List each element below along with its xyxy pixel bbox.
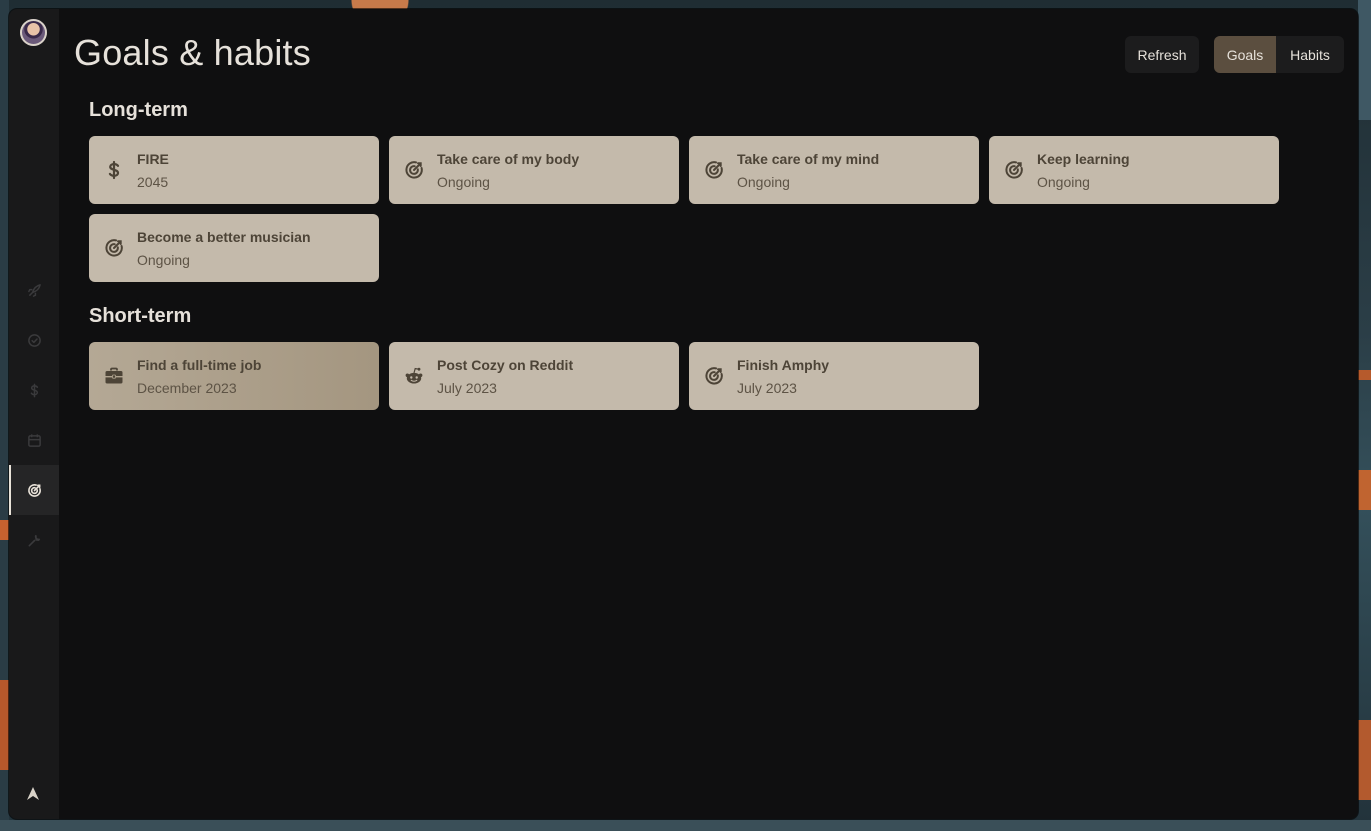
goal-title: Become a better musician [137, 228, 311, 245]
target-icon [704, 160, 724, 180]
wallpaper-detail [0, 520, 9, 540]
goal-card-learning[interactable]: Keep learning Ongoing [989, 136, 1279, 204]
goal-title: FIRE [137, 150, 169, 167]
target-icon [104, 238, 124, 258]
goal-title: Keep learning [1037, 150, 1130, 167]
goal-title: Post Cozy on Reddit [437, 356, 574, 373]
wallpaper-detail [1358, 0, 1371, 120]
calendar-icon [27, 433, 41, 447]
dollar-icon [30, 383, 38, 397]
goal-card-body[interactable]: Take care of my body Ongoing [389, 136, 679, 204]
section-title-short-term: Short-term [89, 305, 192, 327]
section-title-long-term: Long-term [89, 99, 188, 121]
rocket-icon [27, 283, 41, 297]
dollar-icon [104, 160, 124, 180]
sidebar-item-launch[interactable] [9, 265, 59, 315]
sidebar-item-finance[interactable] [9, 365, 59, 415]
sidebar-item-tools[interactable] [9, 515, 59, 565]
target-icon [404, 160, 424, 180]
reddit-icon [404, 366, 424, 386]
goal-title: Take care of my body [437, 150, 580, 167]
goal-title: Take care of my mind [737, 150, 880, 167]
goal-deadline: July 2023 [737, 379, 797, 396]
goal-deadline: Ongoing [737, 173, 790, 190]
goal-deadline: Ongoing [1037, 173, 1090, 190]
wallpaper-detail [1358, 370, 1371, 380]
wallpaper-detail [0, 820, 1371, 831]
goal-card-fire[interactable]: FIRE 2045 [89, 136, 379, 204]
wallpaper-detail [0, 680, 9, 770]
page-title: Goals & habits [74, 32, 311, 73]
target-icon [704, 366, 724, 386]
refresh-button[interactable]: Refresh [1125, 36, 1199, 73]
tab-habits[interactable]: Habits [1276, 36, 1344, 73]
sidebar-item-tasks[interactable] [9, 315, 59, 365]
view-toggle: Goals Habits [1214, 36, 1344, 73]
wrench-icon [28, 534, 40, 546]
goal-card-amphy[interactable]: Finish Amphy July 2023 [689, 342, 979, 410]
long-term-goals-grid: FIRE 2045 Take care of my body Ongoing T… [89, 136, 1279, 282]
goal-card-mind[interactable]: Take care of my mind Ongoing [689, 136, 979, 204]
sidebar-item-calendar[interactable] [9, 415, 59, 465]
goal-deadline: 2045 [137, 173, 169, 190]
wallpaper-detail [1358, 470, 1371, 510]
briefcase-icon [104, 366, 124, 386]
goal-card-reddit[interactable]: Post Cozy on Reddit July 2023 [389, 342, 679, 410]
main-content: Goals & habits Refresh Goals Habits Long… [59, 9, 1358, 819]
wallpaper-detail [1358, 720, 1371, 800]
goal-deadline: Ongoing [137, 251, 190, 268]
goal-deadline: July 2023 [437, 379, 497, 396]
sidebar [9, 9, 59, 819]
short-term-goals-grid: Find a full-time job December 2023 Post … [89, 342, 1279, 410]
user-avatar[interactable] [20, 19, 47, 46]
app-logo-icon[interactable] [24, 785, 42, 803]
check-circle-icon [27, 333, 41, 347]
goal-card-musician[interactable]: Become a better musician Ongoing [89, 214, 379, 282]
goal-title: Finish Amphy [737, 356, 830, 373]
target-icon [27, 483, 41, 497]
sidebar-item-goals[interactable] [9, 465, 59, 515]
goal-card-job[interactable]: Find a full-time job December 2023 [89, 342, 379, 410]
goal-deadline: December 2023 [137, 379, 237, 396]
goal-deadline: Ongoing [437, 173, 490, 190]
goal-title: Find a full-time job [137, 356, 262, 373]
app-window: Goals & habits Refresh Goals Habits Long… [9, 9, 1358, 819]
target-icon [1004, 160, 1024, 180]
tab-goals[interactable]: Goals [1214, 36, 1276, 73]
